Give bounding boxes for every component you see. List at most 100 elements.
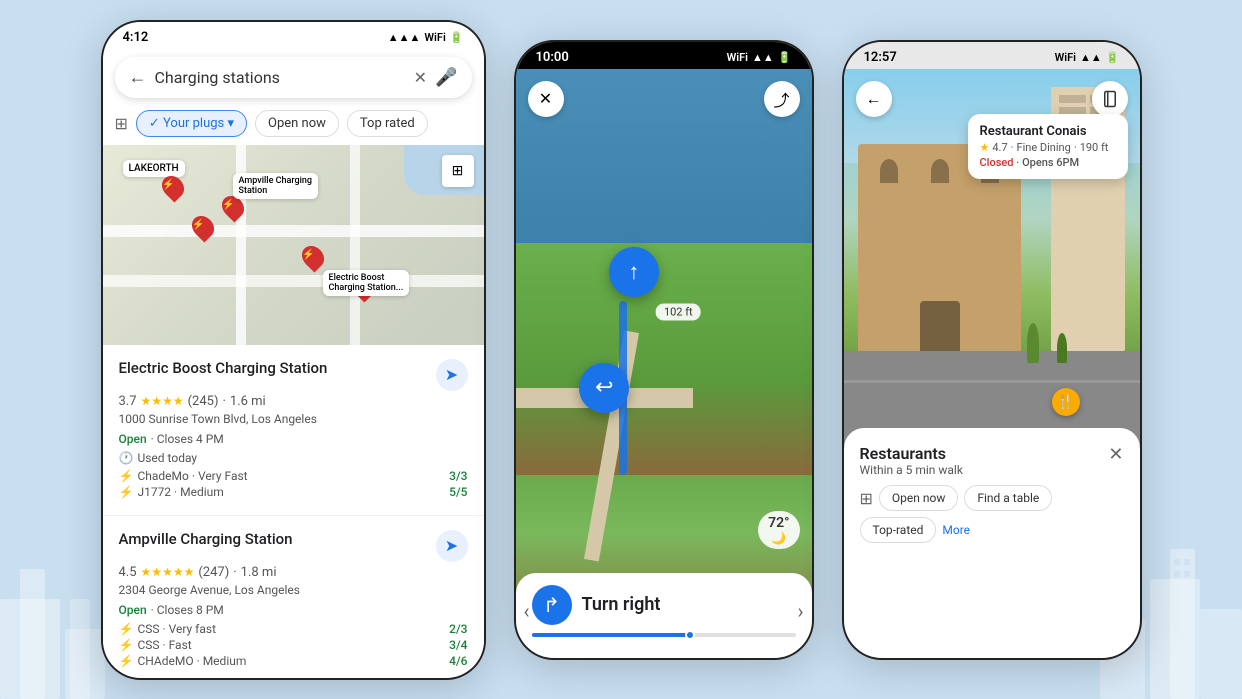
- search-input[interactable]: Charging stations: [155, 68, 406, 87]
- status-bar-phone2: 10:00 WiFi ▲▲ 🔋: [516, 42, 812, 69]
- listing-rating-1: 3.7 ★★★★ (245) · 1.6 mi: [119, 394, 468, 409]
- address-2: 2304 George Avenue, Los Angeles: [119, 583, 468, 597]
- filter-your-plugs[interactable]: ✓ Your plugs ▾: [136, 110, 247, 137]
- filter-settings-icon[interactable]: ⊞: [115, 114, 128, 133]
- nav-instruction: ‹ ↱ Turn right ›: [532, 585, 796, 625]
- street-view-back-button[interactable]: ←: [856, 81, 892, 117]
- nav-share-button[interactable]: ⤴: [764, 81, 800, 117]
- battery-icon-2: 🔋: [778, 51, 792, 64]
- nav-instruction-text: Turn right: [582, 594, 661, 615]
- signal-icon-3: ▲▲: [1080, 51, 1102, 64]
- place-map-icon[interactable]: 🍴: [1052, 388, 1080, 416]
- map-layers-button[interactable]: ⊞: [442, 155, 474, 187]
- charger-row-2b: ⚡ CSS · Fast 3/4: [119, 638, 468, 652]
- navigate-btn-2[interactable]: ➤: [436, 530, 468, 562]
- progress-dot: [685, 630, 695, 640]
- review-count-1: (245): [188, 394, 219, 409]
- rating-score-1: 3.7: [119, 394, 137, 409]
- wifi-icon-3: WiFi: [1055, 51, 1076, 64]
- place-type: Fine Dining: [1017, 141, 1071, 154]
- phone2-content: ↑ ↩ ✕ ⤴ 102 ft 72° 🌙 ‹ ↱: [516, 69, 812, 649]
- battery-icon: 🔋: [450, 31, 464, 44]
- map-label-ampville: Ampville ChargingStation: [233, 173, 318, 199]
- used-today-1: 🕐 Used today: [119, 451, 468, 465]
- time-phone1: 4:12: [123, 30, 149, 45]
- filter-more[interactable]: More: [942, 523, 970, 537]
- close-time-1: Closes 4 PM: [157, 432, 224, 446]
- battery-icon-3: 🔋: [1106, 51, 1120, 64]
- map-pin-4[interactable]: [297, 241, 328, 272]
- search-bar[interactable]: ← Charging stations ✕ 🎤: [115, 57, 472, 98]
- phone-street-view: 12:57 WiFi ▲▲ 🔋: [842, 40, 1142, 660]
- panel-header: Restaurants Within a 5 min walk ✕: [860, 444, 1124, 477]
- nav-next-button[interactable]: ›: [797, 599, 803, 623]
- panel-filter-settings-icon[interactable]: ⊞: [860, 489, 873, 508]
- charger-icon-2a: ⚡: [119, 622, 134, 636]
- map-label-electric: Electric BoostCharging Station...: [323, 270, 410, 296]
- phone1-content: ← Charging stations ✕ 🎤 ⊞ ✓ Your plugs ▾…: [103, 49, 484, 669]
- navigate-btn-1[interactable]: ➤: [436, 359, 468, 391]
- panel-filters: ⊞ Open now Find a table Top-rated More: [860, 485, 1124, 543]
- search-back-icon[interactable]: ←: [129, 67, 147, 88]
- status-bar-phone3: 12:57 WiFi ▲▲ 🔋: [844, 42, 1140, 69]
- park-area: [516, 243, 812, 475]
- aerial-map[interactable]: ↑ ↩ ✕ ⤴ 102 ft 72° 🌙: [516, 69, 812, 649]
- search-clear-icon[interactable]: ✕: [414, 68, 427, 87]
- close-time-2: Closes 8 PM: [157, 603, 224, 617]
- place-card-popup[interactable]: Restaurant Conais ★ 4.7 · Fine Dining · …: [968, 114, 1128, 179]
- distance-label: 102 ft: [656, 304, 701, 321]
- street-view-save-button[interactable]: [1092, 81, 1128, 117]
- tree-1: [1027, 323, 1039, 363]
- map-pin-3[interactable]: [187, 211, 218, 242]
- status-2: Open: [119, 603, 147, 617]
- listing-name-2: Ampville Charging Station: [119, 530, 428, 548]
- filter-top-rated-3[interactable]: Top-rated: [860, 517, 937, 543]
- wifi-icon-2: WiFi: [727, 51, 748, 64]
- nav-bottom-panel: ‹ ↱ Turn right ›: [516, 573, 812, 649]
- listing-name-1: Electric Boost Charging Station: [119, 359, 428, 377]
- signal-icon: ▲▲▲: [388, 31, 421, 44]
- charger-icon-1a: ⚡: [119, 469, 134, 483]
- phones-container: 4:12 ▲▲▲ WiFi 🔋 ← Charging stations ✕ 🎤 …: [101, 20, 1142, 680]
- filter-find-table[interactable]: Find a table: [964, 485, 1052, 511]
- nav-close-button[interactable]: ✕: [528, 81, 564, 117]
- place-rating-score: 4.7: [992, 141, 1007, 154]
- distance-2: 1.8 mi: [241, 565, 277, 580]
- street-view-area[interactable]: ← Restaurant Conais ★ 4.7 · Fine Dining: [844, 69, 1140, 446]
- filter-open-now-3[interactable]: Open now: [879, 485, 958, 511]
- nav-progress-fill: [532, 633, 690, 637]
- rating-score-2: 4.5: [119, 565, 137, 580]
- stars-1: ★★★★: [141, 394, 184, 408]
- filter-open-now[interactable]: Open now: [255, 110, 339, 137]
- listing-electric-boost[interactable]: Electric Boost Charging Station ➤ 3.7 ★★…: [103, 345, 484, 516]
- search-mic-icon[interactable]: 🎤: [435, 67, 457, 88]
- status-bar-phone1: 4:12 ▲▲▲ WiFi 🔋: [103, 22, 484, 49]
- phone-charging-stations: 4:12 ▲▲▲ WiFi 🔋 ← Charging stations ✕ 🎤 …: [101, 20, 486, 680]
- temperature-widget: 72° 🌙: [758, 511, 799, 549]
- map-area[interactable]: LAKEORTH Ampville ChargingStation Electr…: [103, 145, 484, 345]
- avail-1b: 5/5: [449, 485, 467, 499]
- place-star: ★: [980, 141, 990, 154]
- place-dist-separator: ·: [1074, 141, 1077, 154]
- charger-icon-2b: ⚡: [119, 638, 134, 652]
- listing-ampville[interactable]: Ampville Charging Station ➤ 4.5 ★★★★★ (2…: [103, 516, 484, 669]
- filter-bar: ⊞ ✓ Your plugs ▾ Open now Top rated: [103, 106, 484, 145]
- charger-row-2a: ⚡ CSS · Very fast 2/3: [119, 622, 468, 636]
- filter-top-rated[interactable]: Top rated: [347, 110, 428, 137]
- place-card-rating: ★ 4.7 · Fine Dining · 190 ft: [980, 141, 1116, 154]
- avail-1a: 3/3: [449, 469, 467, 483]
- charger-row-1b: ⚡ J1772 · Medium 5/5: [119, 485, 468, 499]
- panel-subtitle: Within a 5 min walk: [860, 463, 963, 477]
- panel-close-button[interactable]: ✕: [1108, 444, 1123, 465]
- review-count-2: (247): [198, 565, 229, 580]
- avail-2b: 3/4: [449, 638, 467, 652]
- charger-row-1a: ⚡ ChadeMo · Very Fast 3/3: [119, 469, 468, 483]
- phone-navigation: 10:00 WiFi ▲▲ 🔋 ↑ ↩: [514, 40, 814, 660]
- nav-prev-button[interactable]: ‹: [524, 599, 530, 623]
- tree-2: [1057, 333, 1067, 363]
- charger-row-2c: ⚡ CHAdeMO · Medium 4/6: [119, 654, 468, 668]
- address-1: 1000 Sunrise Town Blvd, Los Angeles: [119, 412, 468, 426]
- place-card-status: Closed · Opens 6PM: [980, 156, 1116, 169]
- nav-arrow-up: ↑: [609, 247, 659, 297]
- avail-2c: 4/6: [449, 654, 467, 668]
